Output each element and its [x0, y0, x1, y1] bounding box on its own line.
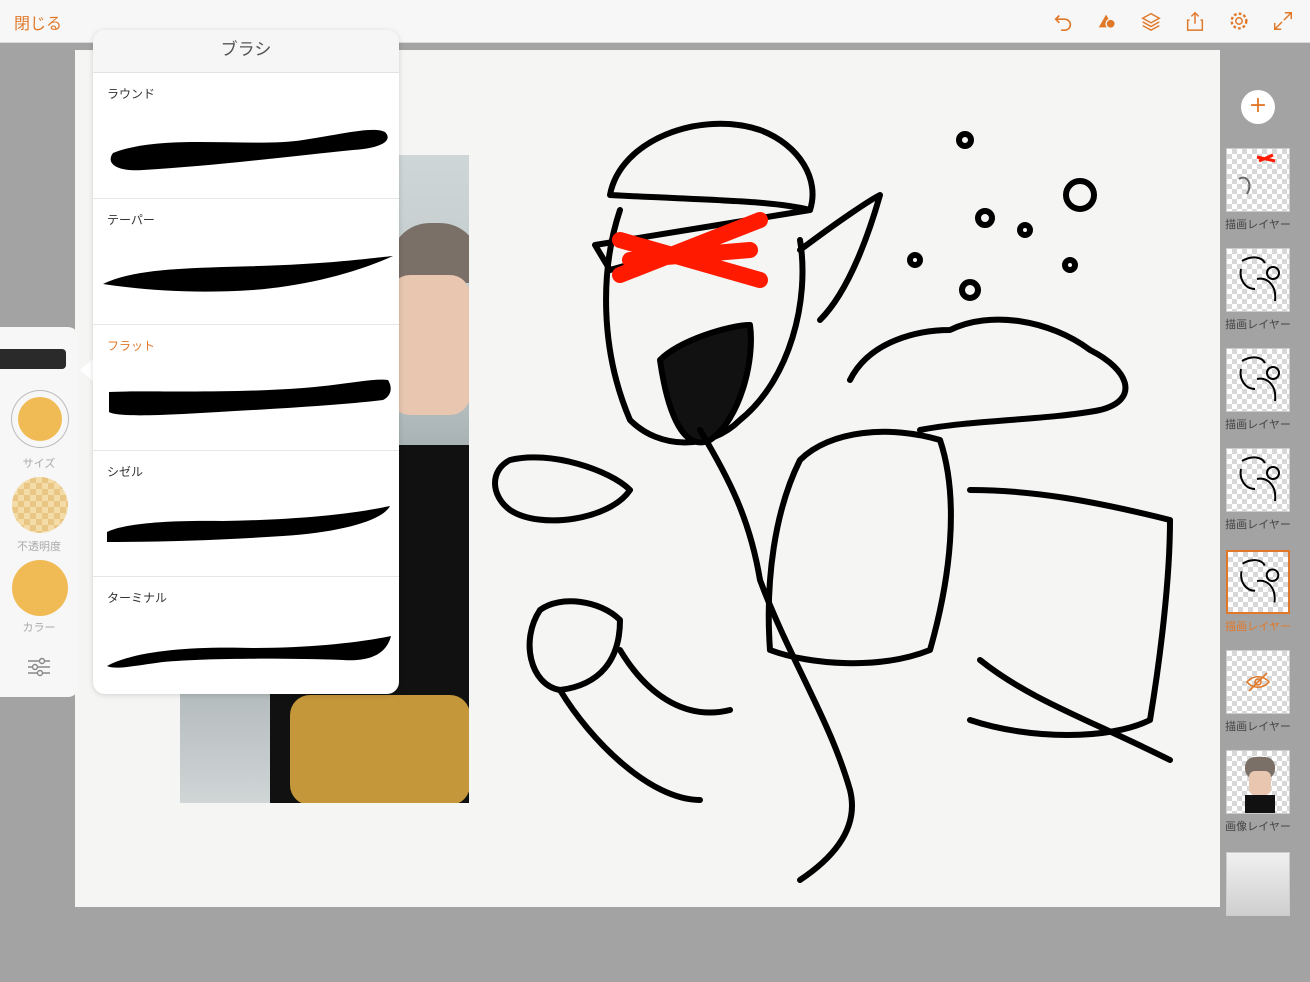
brush-item-chisel[interactable]: シゼル: [93, 451, 399, 577]
flat-stroke-preview: [109, 379, 391, 416]
undo-icon[interactable]: [1050, 8, 1076, 34]
add-layer-button[interactable]: +: [1241, 90, 1275, 124]
taper-stroke-preview: [103, 256, 393, 292]
brush-name: ラウンド: [107, 87, 156, 101]
brush-item-terminal[interactable]: ターミナル: [93, 577, 399, 694]
eye-hidden-icon: [1245, 672, 1271, 692]
layer-label: 描画レイヤー: [1225, 418, 1291, 431]
layer-label: 描画レイヤー: [1225, 518, 1291, 531]
shape-icon[interactable]: [1094, 8, 1120, 34]
size-label: サイズ: [22, 457, 56, 470]
brush-item-flat[interactable]: フラット: [93, 325, 399, 451]
layer-thumbnail: [1226, 148, 1290, 212]
brush-name: ターミナル: [107, 591, 168, 605]
layer-label: 描画レイヤー: [1225, 720, 1291, 733]
layer-item[interactable]: 描画レイヤー: [1224, 650, 1292, 734]
size-control[interactable]: [18, 397, 62, 441]
layer-thumbnail: [1226, 550, 1290, 614]
toolbar-icons: [1050, 8, 1296, 34]
popover-arrow: [80, 358, 94, 382]
opacity-control[interactable]: [12, 477, 68, 533]
layer-label: 描画レイヤー: [1225, 218, 1291, 231]
layer-thumbnail: [1226, 248, 1290, 312]
brush-popover: ブラシ ラウンド テーパー フラット シゼル ターミナル: [93, 30, 399, 694]
layer-item[interactable]: 描画レイヤー: [1224, 148, 1292, 232]
opacity-label: 不透明度: [17, 540, 61, 553]
round-stroke-preview: [110, 129, 388, 171]
brush-name: テーパー: [107, 213, 155, 227]
layer-label: 描画レイヤー: [1225, 318, 1291, 331]
layer-item[interactable]: 描画レイヤー: [1224, 448, 1292, 532]
brush-item-round[interactable]: ラウンド: [93, 73, 399, 199]
layer-item[interactable]: 描画レイヤー: [1224, 248, 1292, 332]
share-icon[interactable]: [1182, 8, 1208, 34]
layer-label: 描画レイヤー: [1225, 620, 1291, 633]
brush-name: シゼル: [107, 465, 144, 479]
layer-thumbnail: [1226, 448, 1290, 512]
adjustments-icon[interactable]: [28, 657, 50, 677]
layer-thumbnail: [1226, 750, 1290, 814]
layer-label: 画像レイヤー: [1225, 820, 1291, 833]
chisel-stroke-preview: [107, 506, 390, 542]
caricature-drawing: [492, 120, 1173, 883]
brush-popover-title: ブラシ: [93, 30, 399, 73]
layer-item-selected[interactable]: 描画レイヤー: [1224, 550, 1292, 634]
close-button[interactable]: 閉じる: [14, 10, 62, 34]
brush-item-taper[interactable]: テーパー: [93, 199, 399, 325]
layer-thumbnail: [1226, 650, 1290, 714]
layer-thumbnail: [1226, 348, 1290, 412]
layer-item[interactable]: 描画レイヤー: [1224, 348, 1292, 432]
layer-item[interactable]: 画像レイヤー: [1224, 750, 1292, 834]
terminal-stroke-preview: [107, 636, 391, 668]
layer-thumbnail: [1226, 852, 1290, 916]
tool-strip: サイズ 不透明度 カラー: [0, 327, 78, 697]
layers-icon[interactable]: [1138, 8, 1164, 34]
color-control[interactable]: [12, 560, 68, 616]
current-brush-preview[interactable]: [0, 349, 66, 369]
fullscreen-icon[interactable]: [1270, 8, 1296, 34]
gear-icon[interactable]: [1226, 8, 1252, 34]
brush-name: フラット: [107, 339, 156, 353]
layer-item-partial[interactable]: [1224, 852, 1292, 916]
color-label: カラー: [22, 621, 56, 634]
